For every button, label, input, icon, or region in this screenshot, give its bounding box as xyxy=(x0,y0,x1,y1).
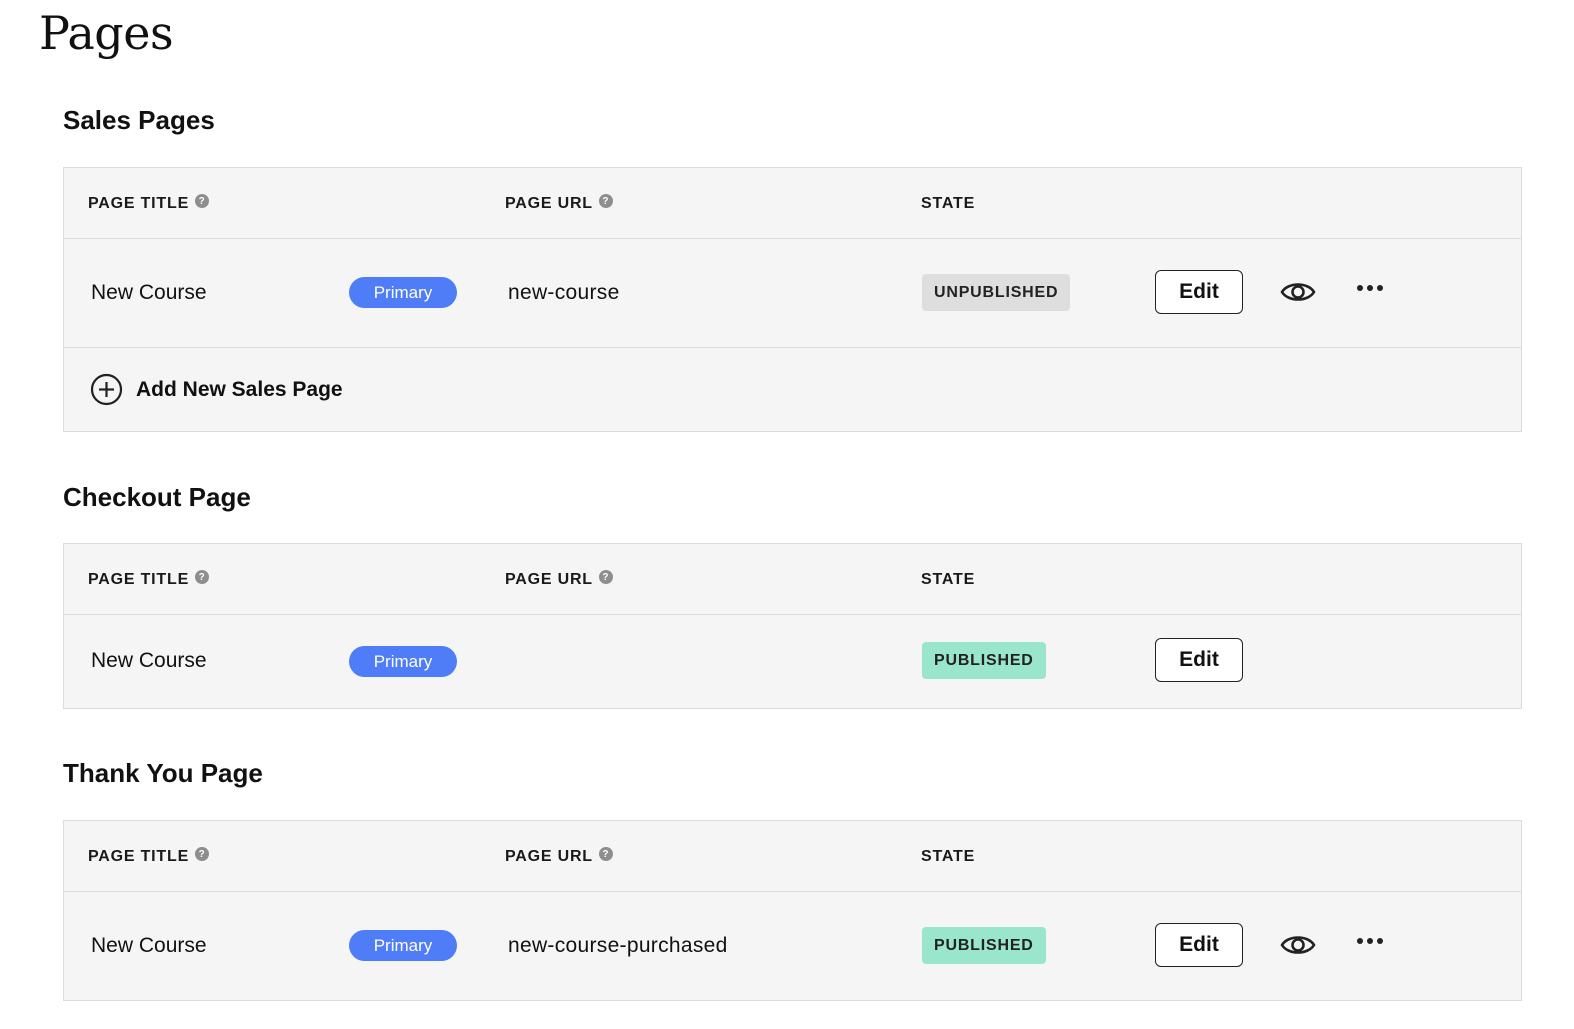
status-badge: PUBLISHED xyxy=(922,927,1046,964)
question-circle-icon[interactable]: ? xyxy=(598,570,613,584)
primary-badge: Primary xyxy=(349,930,457,961)
page-title-cell: New Course xyxy=(91,649,207,672)
page-title-cell: New Course xyxy=(91,934,207,957)
column-header-page-url: PAGE URL ? xyxy=(505,570,613,589)
column-header-page-title: PAGE TITLE ? xyxy=(88,847,210,866)
page-title-cell: New Course xyxy=(91,281,207,304)
column-header-state: STATE xyxy=(921,195,976,212)
column-header-page-url: PAGE URL ? xyxy=(505,847,613,866)
section-title-checkout: Checkout Page xyxy=(63,482,251,512)
table-header: PAGE TITLE ? PAGE URL ? STATE xyxy=(64,544,1521,615)
table-row: New Course Primary new-course-purchased … xyxy=(64,892,1521,1000)
plus-circle-icon xyxy=(90,373,123,406)
column-header-page-url: PAGE URL ? xyxy=(505,194,613,213)
column-header-state: STATE xyxy=(921,848,976,865)
question-circle-icon[interactable]: ? xyxy=(598,194,613,208)
table-row: New Course Primary new-course UNPUBLISHE… xyxy=(64,239,1521,348)
table-header: PAGE TITLE ? PAGE URL ? STATE xyxy=(64,168,1521,239)
page-url-cell: new-course-purchased xyxy=(508,934,728,957)
add-new-sales-page-button[interactable]: Add New Sales Page xyxy=(90,373,343,406)
question-circle-icon[interactable]: ? xyxy=(598,847,613,861)
page-url-cell: new-course xyxy=(508,281,620,304)
edit-button[interactable]: Edit xyxy=(1155,923,1243,967)
column-header-page-title: PAGE TITLE ? xyxy=(88,194,210,213)
edit-button[interactable]: Edit xyxy=(1155,270,1243,314)
primary-badge: Primary xyxy=(349,277,457,308)
section-title-sales: Sales Pages xyxy=(63,105,215,135)
edit-button[interactable]: Edit xyxy=(1155,638,1243,682)
table-row: New Course Primary PUBLISHED Edit xyxy=(64,615,1521,708)
eye-icon[interactable] xyxy=(1280,279,1316,305)
question-circle-icon[interactable]: ? xyxy=(195,194,210,208)
eye-icon[interactable] xyxy=(1280,932,1316,958)
ellipsis-icon[interactable] xyxy=(1356,283,1384,293)
column-header-page-title: PAGE TITLE ? xyxy=(88,570,210,589)
status-badge: UNPUBLISHED xyxy=(922,274,1071,311)
column-header-state: STATE xyxy=(921,571,976,588)
page-title: Pages xyxy=(39,6,174,60)
table-header: PAGE TITLE ? PAGE URL ? STATE xyxy=(64,821,1521,892)
thank-you-page-table: PAGE TITLE ? PAGE URL ? STATE New Course… xyxy=(63,820,1522,1001)
add-button-label: Add New Sales Page xyxy=(136,377,343,401)
section-title-thank-you: Thank You Page xyxy=(63,758,263,788)
question-circle-icon[interactable]: ? xyxy=(195,847,210,861)
sales-pages-table: PAGE TITLE ? PAGE URL ? STATE New Course… xyxy=(63,167,1522,432)
status-badge: PUBLISHED xyxy=(922,642,1046,679)
checkout-page-table: PAGE TITLE ? PAGE URL ? STATE New Course… xyxy=(63,543,1522,709)
question-circle-icon[interactable]: ? xyxy=(195,570,210,584)
primary-badge: Primary xyxy=(349,646,457,677)
add-row: Add New Sales Page xyxy=(64,348,1521,431)
ellipsis-icon[interactable] xyxy=(1356,936,1384,946)
